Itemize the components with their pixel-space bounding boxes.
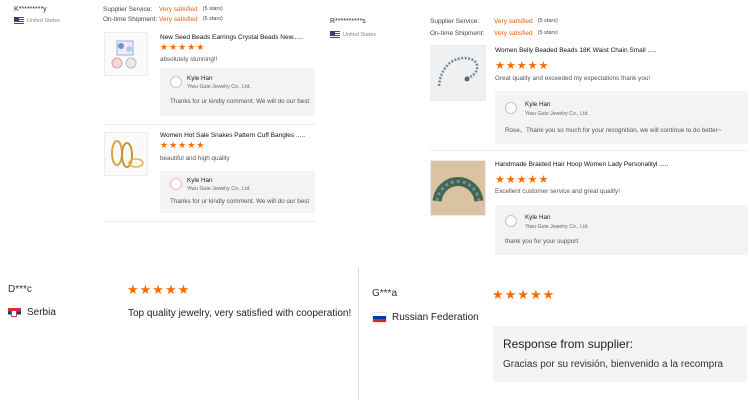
supplier-service-row: Supplier Service: Very satisfied (5 star… [430,18,558,25]
seller-reply-text: Thanks for ur kindly comment. We will do… [170,98,310,105]
country-label: Serbia [27,307,56,318]
product-rating-stars: ★★★★★ [160,42,206,52]
buyer-name: D***c [8,284,32,295]
seller-logo-icon [170,76,182,88]
buyer-name: G***a [372,288,398,299]
supplier-service-stars: (5 stars) [537,18,558,24]
ontime-value: Very satisfied [494,30,533,37]
supplier-service-row: Supplier Service: Very satisfied (5 star… [103,6,223,13]
supplier-response-title: Response from supplier: [503,337,634,351]
review-comment: Excellent customer service and great qua… [495,188,620,195]
earrings-image [111,40,137,69]
review-comment: Great quality and exceeded my expectatio… [495,75,651,82]
buyer-country: Russian Federation [373,312,479,323]
serbia-flag-icon [8,307,21,318]
us-flag-icon [330,31,340,38]
buyer-country: United States [330,31,376,38]
product-thumbnail[interactable] [104,132,148,176]
product-title[interactable]: Handmade Braided Hair Hoop Women Lady Pe… [495,161,668,168]
waist-chain-image [431,46,485,100]
seller-logo-icon [505,215,517,227]
product-rating-stars: ★★★★★ [495,174,550,186]
seller-reply-text: Thanks for ur kindly comment. We will do… [170,198,310,205]
seller-logo-icon [170,178,182,190]
divider [104,124,316,125]
country-label: Russian Federation [392,312,479,323]
buyer-country: United States [14,17,60,24]
review-comment: absolutely stunning!! [160,56,218,63]
seller-reply-box: Kyle Han Yiwu Gute Jewelry Co., Ltd. Ros… [495,91,748,144]
buyer-name: R**********s [330,18,366,25]
country-label: United States [343,31,377,38]
product-thumbnail[interactable] [430,160,486,216]
seller-reply-box: Kyle Han Yiwu Gute Jewelry Co., Ltd. Tha… [160,68,315,116]
ontime-label: On-time Shipment: [103,16,158,23]
supplier-service-stars: (5 stars) [202,6,223,12]
country-label: United States [27,17,61,24]
seller-reply-box: Kyle Han Yiwu Gute Jewelry Co., Ltd. Tha… [160,171,315,213]
review-comment: Top quality jewelry, very satisfied with… [128,308,352,319]
divider [104,221,316,222]
russia-flag-icon [373,313,386,322]
rating-stars: ★★★★★ [127,282,191,297]
divider [430,150,748,151]
supplier-service-value: Very satisfied [159,6,198,13]
seller-company: Yiwu Gute Jewelry Co., Ltd. [187,84,251,90]
seller-company: Yiwu Gute Jewelry Co., Ltd. [187,186,251,192]
review-card-1: K*********y United States Supplier Servi… [0,0,325,235]
product-thumbnail[interactable] [104,32,148,76]
supplier-service-label: Supplier Service: [430,18,480,25]
supplier-response-box: Response from supplier: Gracias por su r… [493,326,747,382]
product-rating-stars: ★★★★★ [495,60,550,72]
ontime-row: On-time Shipment: Very satisfied (5 star… [430,30,558,37]
product-title[interactable]: Women Hot Sale Snakes Pattern Cuff Bangl… [160,132,305,139]
buyer-country: Serbia [8,307,56,318]
review-card-2: R**********s United States Supplier Serv… [325,0,750,262]
seller-reply-text: Rose、Thank you so much for your recognit… [505,127,722,134]
seller-reply-box: Kyle Han Yiwu Gute Jewelry Co., Ltd. tha… [495,205,748,255]
supplier-response-text: Gracias por su revisión, bienvenido a la… [503,359,724,370]
product-title[interactable]: New Seed Beads Earrings Crystal Beads Ne… [160,34,304,41]
seller-name: Kyle Han [187,177,213,184]
review-comment: beautiful and high quality [160,155,230,162]
seller-reply-text: thank you for your support [505,238,579,245]
ontime-row: On-time Shipment: Very satisfied (5 star… [103,16,223,23]
ontime-value: Very satisfied [159,16,198,23]
hair-hoop-image [431,161,485,215]
rating-stars: ★★★★★ [492,287,556,302]
seller-name: Kyle Han [187,75,213,82]
seller-logo-icon [505,102,517,114]
bangles-image [111,140,144,168]
seller-company: Yiwu Gute Jewelry Co., Ltd. [525,224,589,230]
seller-name: Kyle Han [525,101,551,108]
product-title[interactable]: Women Belly Beaded Beads 18K Waist Chain… [495,47,657,54]
buyer-name: K*********y [14,6,47,13]
seller-company: Yiwu Gute Jewelry Co., Ltd. [525,111,589,117]
review-card-3: D***c Serbia ★★★★★ Top quality jewelry, … [0,268,359,400]
review-card-4: G***a Russian Federation ★★★★★ Response … [362,268,750,400]
product-rating-stars: ★★★★★ [160,140,206,150]
ontime-label: On-time Shipment: [430,30,485,37]
ontime-stars: (5 stars) [537,30,558,36]
supplier-service-value: Very satisfied [494,18,533,25]
product-thumbnail[interactable] [430,45,486,101]
seller-name: Kyle Han [525,214,551,221]
supplier-service-label: Supplier Service: [103,6,153,13]
ontime-stars: (5 stars) [202,16,223,22]
us-flag-icon [14,17,24,24]
